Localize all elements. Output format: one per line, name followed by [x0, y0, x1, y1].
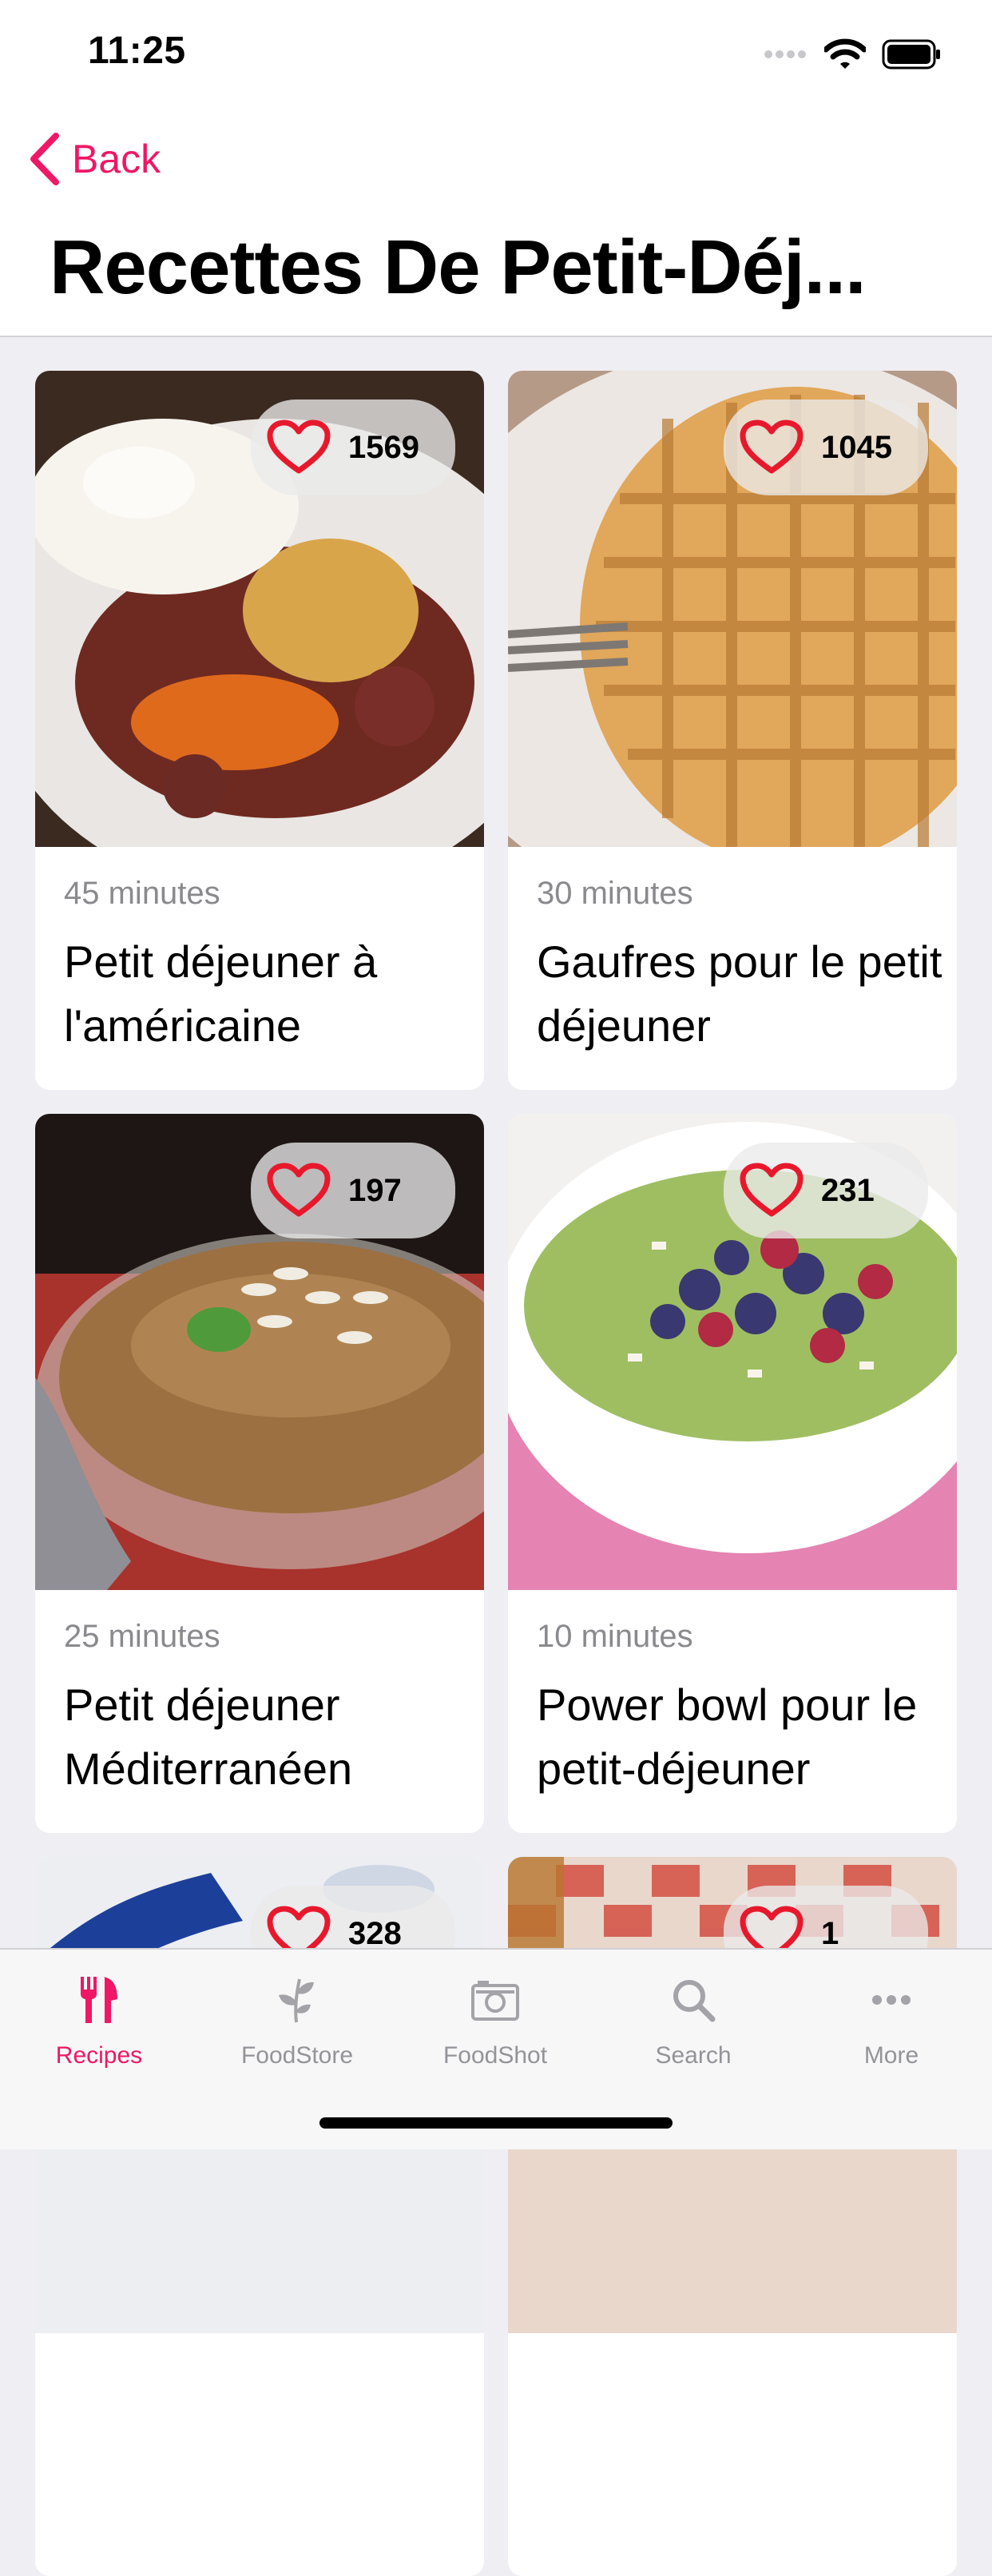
page-title: Recettes De Petit-Déj... [50, 225, 867, 310]
tab-more[interactable]: More [792, 1950, 990, 2085]
battery-icon [882, 39, 940, 70]
heart-icon [267, 419, 331, 474]
more-dots-icon [871, 1972, 911, 2028]
recipe-title: Gaufres pour le petit déjeuner [537, 936, 942, 1051]
recipe-photo: 231 [508, 1114, 957, 1590]
like-count: 197 [348, 1172, 402, 1208]
recipe-time: 45 minutes [64, 876, 220, 911]
status-bar: 11:25 [0, 0, 992, 105]
home-indicator [319, 2117, 673, 2129]
recipe-time: 25 minutes [64, 1619, 220, 1654]
leaf-icon [277, 1972, 317, 2028]
recipe-card[interactable]: 1045 30 minutes Gaufres pour le petit dé… [508, 371, 957, 1090]
status-icons [764, 35, 941, 74]
camera-icon [471, 1972, 519, 2028]
recipe-time: 10 minutes [537, 1619, 693, 1654]
recipe-card[interactable]: 197 25 minutes Petit déjeuner Méditerran… [35, 1114, 484, 1833]
tab-recipes[interactable]: Recipes [0, 1950, 198, 2085]
tab-label: FoodStore [240, 2042, 354, 2069]
recipe-photo: 1569 [35, 371, 484, 847]
back-button[interactable]: Back [29, 131, 161, 187]
heart-icon [267, 1163, 331, 1217]
like-count: 328 [348, 1915, 402, 1951]
recipe-grid: 1569 45 minutes Petit déjeuner à l'améri… [35, 371, 957, 2576]
tab-label: More [863, 2042, 919, 2069]
like-badge[interactable]: 1569 [251, 400, 455, 495]
like-badge[interactable]: 197 [251, 1143, 455, 1238]
like-badge[interactable]: 1045 [724, 400, 928, 495]
chevron-left-icon [30, 133, 59, 185]
signal-icon [764, 50, 806, 58]
nav-header: Back Recettes De Petit-Déj... [0, 105, 992, 337]
search-icon [671, 1972, 716, 2028]
fork-knife-icon [79, 1972, 119, 2028]
tab-foodstore[interactable]: FoodStore [198, 1950, 396, 2085]
like-count: 1 [821, 1915, 839, 1951]
tab-search[interactable]: Search [594, 1950, 792, 2085]
back-label: Back [72, 137, 161, 181]
recipe-card[interactable]: 1569 45 minutes Petit déjeuner à l'améri… [35, 371, 484, 1090]
recipe-title: Power bowl pour le petit-déjeuner [537, 1680, 918, 1794]
recipe-card[interactable]: 231 10 minutes Power bowl pour le petit-… [508, 1114, 957, 1833]
wifi-icon [824, 38, 866, 69]
tab-label: FoodShot [442, 2042, 548, 2069]
tab-label: Search [655, 2042, 732, 2069]
tab-label: Recipes [55, 2042, 143, 2069]
like-count: 1569 [348, 429, 419, 465]
recipe-title: Petit déjeuner à l'américaine [64, 936, 378, 1051]
like-badge[interactable]: 231 [724, 1143, 928, 1238]
recipe-time: 30 minutes [537, 876, 693, 911]
like-count: 1045 [821, 429, 892, 465]
recipe-photo: 197 [35, 1114, 484, 1590]
heart-icon [740, 1163, 804, 1217]
recipe-photo: 1045 [508, 371, 957, 847]
tab-foodshot[interactable]: FoodShot [396, 1950, 594, 2085]
status-time: 11:25 [88, 30, 186, 72]
recipe-title: Petit déjeuner Méditerranéen [64, 1680, 353, 1794]
like-count: 231 [821, 1172, 875, 1208]
heart-icon [740, 419, 804, 474]
